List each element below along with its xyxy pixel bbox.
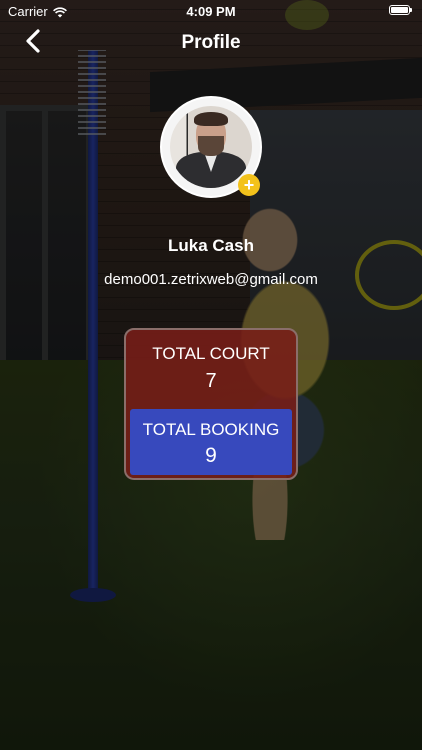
profile-screen: Carrier 4:09 PM Profile + Luka Cash demo… bbox=[0, 0, 422, 750]
nav-bar: Profile bbox=[0, 24, 422, 64]
status-bar: Carrier 4:09 PM bbox=[0, 0, 422, 24]
stats-card: TOTAL COURT 7 TOTAL BOOKING 9 bbox=[124, 328, 298, 480]
avatar-beard bbox=[198, 136, 224, 156]
total-court-stat[interactable]: TOTAL COURT 7 bbox=[126, 330, 296, 408]
avatar-hair bbox=[194, 112, 228, 126]
add-photo-button[interactable]: + bbox=[238, 174, 260, 196]
total-booking-label: TOTAL BOOKING bbox=[142, 420, 280, 439]
total-booking-stat[interactable]: TOTAL BOOKING 9 bbox=[130, 409, 292, 475]
avatar-container: + bbox=[160, 96, 262, 198]
plus-icon: + bbox=[243, 175, 255, 195]
avatar-photo bbox=[170, 106, 252, 188]
total-court-label: TOTAL COURT bbox=[152, 344, 270, 363]
total-court-value: 7 bbox=[205, 370, 217, 392]
page-title: Profile bbox=[181, 32, 241, 53]
status-time: 4:09 PM bbox=[186, 4, 236, 19]
total-booking-value: 9 bbox=[205, 444, 217, 467]
user-name: Luka Cash bbox=[168, 236, 254, 255]
battery-full-icon bbox=[389, 5, 412, 15]
user-email: demo001.zetrixweb@gmail.com bbox=[104, 271, 318, 288]
